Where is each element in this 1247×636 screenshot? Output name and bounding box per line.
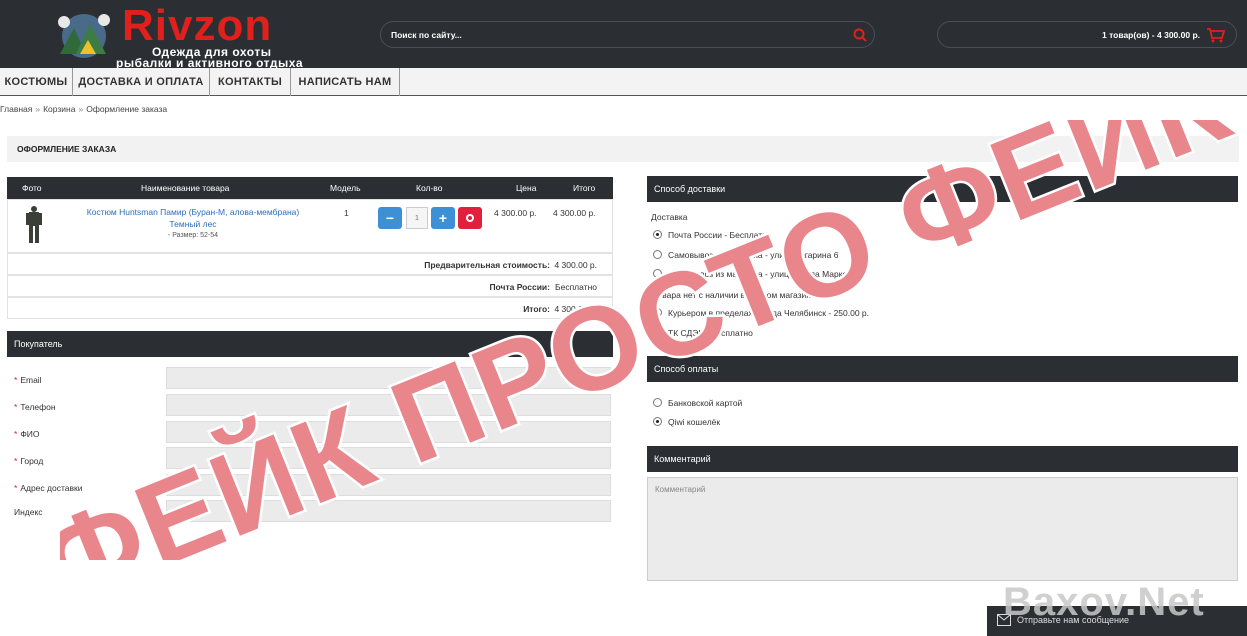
product-name-line1: Костюм Huntsman Памир (Буран-М, алова-ме…	[86, 207, 300, 217]
nav-item-contacts[interactable]: КОНТАКТЫ	[210, 68, 291, 96]
delivery-group-label: Доставка	[651, 212, 688, 222]
product-size: - Размер: 52-54	[167, 232, 219, 239]
breadcrumb-cart[interactable]: Корзина	[43, 104, 75, 114]
fullname-field[interactable]	[166, 421, 611, 443]
city-label: * Город	[14, 456, 44, 466]
city-field[interactable]	[166, 447, 611, 469]
cart-table-header: Фото Наименование товара Модель Кол-во Ц…	[7, 177, 613, 199]
payment-option[interactable]: Qiwi кошелёк	[653, 417, 720, 427]
nav-item-costumes[interactable]: КОСТЮМЫ	[0, 68, 73, 96]
breadcrumb-home[interactable]: Главная	[0, 104, 32, 114]
shipping-row: Почта России: Бесплатно	[7, 275, 613, 297]
cart-summary: 1 товар(ов) - 4 300.00 р.	[1102, 30, 1200, 40]
required-mark: *	[14, 483, 18, 493]
fullname-label: * ФИО	[14, 429, 40, 439]
radio-selected-icon[interactable]	[653, 230, 662, 239]
col-total: Итого	[573, 183, 596, 193]
col-model: Модель	[330, 183, 361, 193]
nav-item-delivery[interactable]: ДОСТАВКА И ОПЛАТА	[73, 68, 210, 96]
email-label: * Email	[14, 375, 42, 385]
search-icon[interactable]	[852, 27, 868, 43]
total-row: Итого: 4 300.00 р.	[7, 297, 613, 319]
table-row: Костюм Huntsman Памир (Буран-М, алова-ме…	[7, 199, 613, 253]
nav-item-write-us[interactable]: НАПИСАТЬ НАМ	[291, 68, 400, 96]
delivery-option[interactable]: Почта России - Бесплатно	[653, 230, 772, 240]
payment-section-header: Способ оплаты	[647, 356, 1238, 382]
product-name-line2: Темный лес	[169, 219, 217, 229]
col-qty: Кол-во	[416, 183, 443, 193]
site-logo[interactable]: Rivzon Одежда для охоты рыбалки и активн…	[50, 1, 330, 70]
product-thumbnail[interactable]	[25, 205, 43, 245]
zip-label: Индекс	[14, 507, 43, 517]
search-input[interactable]: Поиск по сайту...	[380, 21, 875, 48]
shipping-label: Почта России:	[489, 282, 550, 292]
email-field[interactable]	[166, 367, 611, 389]
subtotal-value: 4 300.00 р.	[554, 260, 597, 270]
radio-icon[interactable]	[653, 398, 662, 407]
comment-placeholder: Комментарий	[655, 485, 706, 494]
total-label: Итого:	[523, 304, 550, 314]
delivery-option[interactable]: Самовывоз из магазина - улица Карла Марк…	[653, 269, 863, 279]
remove-icon	[466, 214, 474, 222]
radio-icon[interactable]	[653, 250, 662, 259]
radio-icon[interactable]	[653, 328, 662, 337]
col-name: Наименование товара	[141, 183, 230, 193]
zip-field[interactable]	[166, 500, 611, 522]
cart-button[interactable]: 1 товар(ов) - 4 300.00 р.	[937, 21, 1237, 48]
required-mark: *	[14, 402, 18, 412]
required-mark: *	[14, 375, 18, 385]
buyer-section-title: Покупатель	[14, 339, 63, 349]
payment-section-title: Способ оплаты	[654, 364, 719, 374]
buyer-section-header: Покупатель	[7, 331, 613, 357]
total-value: 4 300.00 р.	[554, 304, 597, 314]
product-price: 4 300.00 р.	[494, 208, 537, 218]
stock-note: Товара нет с наличии в данном магазине	[653, 290, 816, 300]
required-mark: *	[14, 429, 18, 439]
comment-section-title: Комментарий	[654, 454, 711, 464]
product-model: 1	[344, 208, 349, 218]
delivery-section-header: Способ доставки	[647, 176, 1238, 202]
site-header: Rivzon Одежда для охоты рыбалки и активн…	[0, 0, 1247, 70]
required-mark: *	[14, 456, 18, 466]
breadcrumb: Главная» Корзина» Оформление заказа	[0, 104, 168, 114]
radio-icon[interactable]	[653, 269, 662, 278]
comment-textarea[interactable]: Комментарий	[647, 477, 1238, 581]
logo-emblem-icon	[58, 14, 110, 58]
subtotal-row: Предварительная стоимость: 4 300.00 р.	[7, 253, 613, 275]
qty-increase-button[interactable]: +	[431, 207, 455, 229]
delivery-section-title: Способ доставки	[654, 184, 726, 194]
phone-label: * Телефон	[14, 402, 56, 412]
cart-icon	[1207, 28, 1226, 43]
delivery-option[interactable]: Самовывоз из магазина - улица Гагарина 6	[653, 250, 838, 260]
brand-name: Rivzon	[122, 1, 273, 50]
qty-input[interactable]: 1	[406, 207, 428, 229]
payment-option[interactable]: Банковской картой	[653, 398, 742, 408]
radio-icon[interactable]	[653, 308, 662, 317]
radio-selected-icon[interactable]	[653, 417, 662, 426]
search-placeholder: Поиск по сайту...	[391, 30, 462, 40]
comment-section-header: Комментарий	[647, 446, 1238, 472]
phone-field[interactable]	[166, 394, 611, 416]
address-label: * Адрес доставки	[14, 483, 83, 493]
product-name-link[interactable]: Костюм Huntsman Памир (Буран-М, алова-ме…	[73, 206, 313, 230]
qty-decrease-button[interactable]: −	[378, 207, 402, 229]
col-photo: Фото	[22, 183, 42, 193]
product-total: 4 300.00 р.	[553, 208, 596, 218]
page-title: ОФОРМЛЕНИЕ ЗАКАЗА	[17, 144, 117, 154]
delivery-option[interactable]: Курьером в пределах города Челябинск - 2…	[653, 308, 869, 318]
subtotal-label: Предварительная стоимость:	[424, 260, 550, 270]
remove-item-button[interactable]	[458, 207, 482, 229]
delivery-option[interactable]: ТК СДЭК - Бесплатно	[653, 328, 753, 338]
page-title-bar: ОФОРМЛЕНИЕ ЗАКАЗА	[7, 136, 1239, 162]
site-watermark: Baxov.Net	[1003, 580, 1205, 624]
col-price: Цена	[516, 183, 537, 193]
breadcrumb-checkout[interactable]: Оформление заказа	[86, 104, 167, 114]
address-field[interactable]	[166, 474, 611, 496]
shipping-value: Бесплатно	[555, 282, 597, 292]
main-nav: КОСТЮМЫ ДОСТАВКА И ОПЛАТА КОНТАКТЫ НАПИС…	[0, 68, 1247, 96]
cart-table: Фото Наименование товара Модель Кол-во Ц…	[7, 177, 613, 322]
